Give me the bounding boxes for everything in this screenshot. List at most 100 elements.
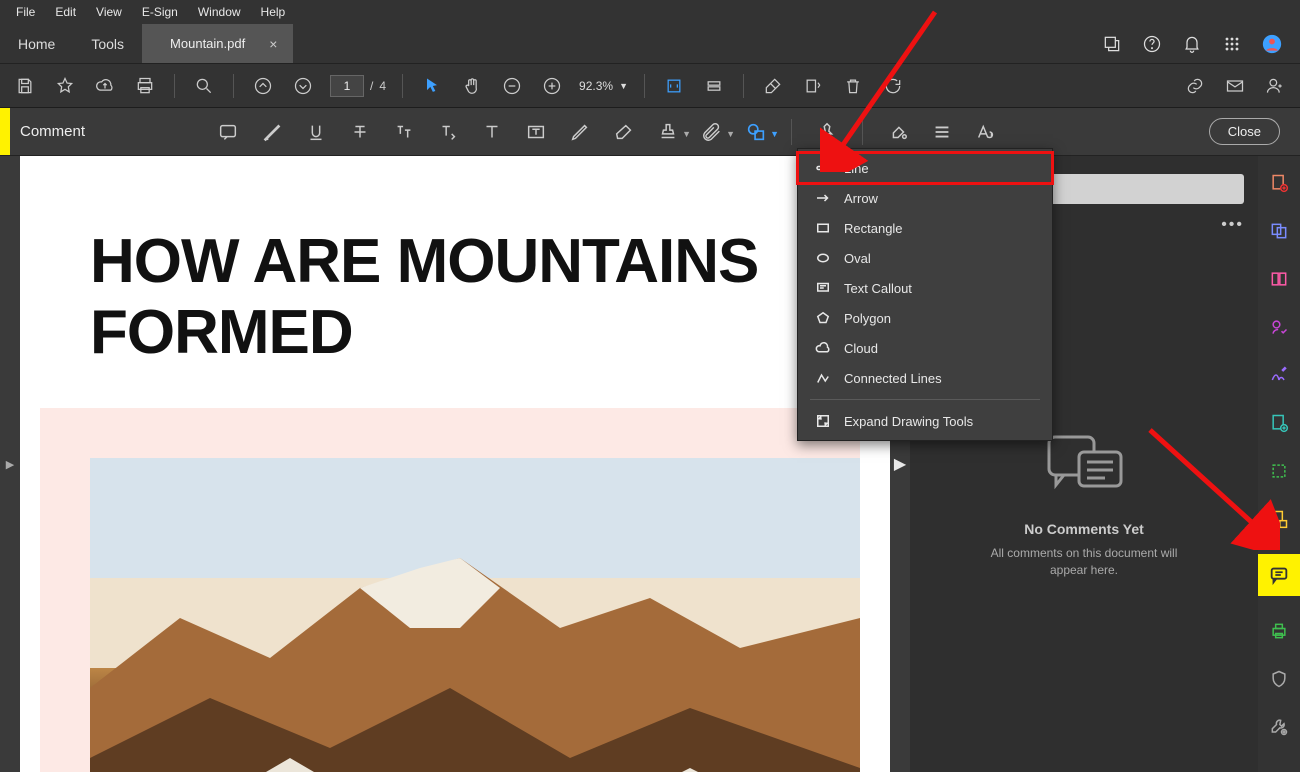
dropdown-item-oval[interactable]: Oval [798,243,1052,273]
rail-protect-icon[interactable] [1266,666,1292,692]
document-image [40,408,860,772]
mail-icon[interactable] [1222,73,1248,99]
dropdown-item-text-callout[interactable]: Text Callout [798,273,1052,303]
document-view[interactable]: HOW ARE MOUNTAINS FORMED [20,156,890,772]
zoom-out-icon[interactable] [499,73,525,99]
pdf-page: HOW ARE MOUNTAINS FORMED [20,156,890,772]
rotate-icon[interactable] [800,73,826,99]
trash-icon[interactable] [840,73,866,99]
eraser-icon[interactable] [611,119,637,145]
replace-text-icon[interactable] [391,119,417,145]
comments-empty-title: No Comments Yet [1024,521,1144,537]
apps-grid-icon[interactable] [1222,34,1242,54]
text-format-icon[interactable] [973,119,999,145]
hand-icon[interactable] [459,73,485,99]
stamp-icon[interactable]: ▼ [655,119,681,145]
dropdown-item-expand-tools[interactable]: Expand Drawing Tools [798,406,1052,436]
left-panel-toggle[interactable]: ▶ [0,156,20,772]
underline-text-icon[interactable] [303,119,329,145]
dropdown-item-label: Polygon [844,311,891,326]
panel-more-icon[interactable]: ••• [1221,216,1244,234]
close-button[interactable]: Close [1209,118,1280,145]
profile-add-icon[interactable] [1262,73,1288,99]
strikethrough-icon[interactable] [347,119,373,145]
tab-tools[interactable]: Tools [73,24,142,63]
line-weight-icon[interactable] [929,119,955,145]
dropdown-item-line[interactable]: Line [798,153,1052,183]
rail-comment-icon[interactable] [1258,554,1300,596]
bell-icon[interactable] [1182,34,1202,54]
rail-combine-icon[interactable] [1266,218,1292,244]
menu-file[interactable]: File [6,2,45,22]
menu-esign[interactable]: E-Sign [132,2,188,22]
rail-organize-icon[interactable] [1266,266,1292,292]
rail-more-tools-icon[interactable] [1266,714,1292,740]
expand-icon [814,412,832,430]
document-heading: HOW ARE MOUNTAINS FORMED [20,156,890,368]
chevron-right-icon: ▶ [894,454,906,474]
zoom-value[interactable]: 92.3%▼ [579,79,628,93]
scroll-mode-icon[interactable] [701,73,727,99]
line-icon [814,159,832,177]
pin-icon[interactable] [814,119,840,145]
color-fill-icon[interactable] [885,119,911,145]
search-icon[interactable] [191,73,217,99]
star-icon[interactable] [52,73,78,99]
drawing-tools-icon[interactable]: ▼ [743,119,769,145]
page-current-input[interactable] [330,75,364,97]
oval-icon [814,249,832,267]
textbox-icon[interactable] [523,119,549,145]
menu-window[interactable]: Window [188,2,251,22]
chevron-right-icon: ▶ [6,458,14,471]
cloud-upload-icon[interactable] [92,73,118,99]
dropdown-item-label: Expand Drawing Tools [844,414,973,429]
attach-icon[interactable]: ▼ [699,119,725,145]
add-text-icon[interactable] [479,119,505,145]
avatar[interactable] [1262,34,1282,54]
share-icon[interactable] [1102,34,1122,54]
page-total: 4 [379,79,386,93]
tab-home[interactable]: Home [0,24,73,63]
dropdown-item-connected-lines[interactable]: Connected Lines [798,363,1052,393]
rail-export-icon[interactable] [1266,410,1292,436]
dropdown-item-label: Connected Lines [844,371,942,386]
page-down-icon[interactable] [290,73,316,99]
erase-icon[interactable] [760,73,786,99]
dropdown-item-polygon[interactable]: Polygon [798,303,1052,333]
rail-fill-sign-icon[interactable] [1266,314,1292,340]
menu-edit[interactable]: Edit [45,2,86,22]
polygon-icon [814,309,832,327]
dropdown-item-label: Oval [844,251,871,266]
rectangle-icon [814,219,832,237]
rail-sign-icon[interactable] [1266,362,1292,388]
rail-extract-icon[interactable] [1266,506,1292,532]
sticky-note-icon[interactable] [215,119,241,145]
fit-width-icon[interactable] [661,73,687,99]
highlight-icon[interactable] [259,119,285,145]
help-icon[interactable] [1142,34,1162,54]
zoom-in-icon[interactable] [539,73,565,99]
dropdown-item-arrow[interactable]: Arrow [798,183,1052,213]
dropdown-item-rectangle[interactable]: Rectangle [798,213,1052,243]
tab-document[interactable]: Mountain.pdf × [142,24,293,63]
cloud-icon [814,339,832,357]
page-up-icon[interactable] [250,73,276,99]
refresh-icon[interactable] [880,73,906,99]
dropdown-item-cloud[interactable]: Cloud [798,333,1052,363]
menu-view[interactable]: View [86,2,132,22]
menu-help[interactable]: Help [251,2,296,22]
rail-print-production-icon[interactable] [1266,618,1292,644]
print-icon[interactable] [132,73,158,99]
main-toolbar: / 4 92.3%▼ [0,64,1300,108]
pencil-icon[interactable] [567,119,593,145]
text-callout-icon [814,279,832,297]
dropdown-item-label: Text Callout [844,281,912,296]
tab-close-button[interactable]: × [269,36,277,52]
link-icon[interactable] [1182,73,1208,99]
menu-bar: File Edit View E-Sign Window Help [0,0,1300,24]
save-icon[interactable] [12,73,38,99]
rail-create-pdf-icon[interactable] [1266,170,1292,196]
rail-edit-icon[interactable] [1266,458,1292,484]
insert-text-icon[interactable] [435,119,461,145]
pointer-icon[interactable] [419,73,445,99]
